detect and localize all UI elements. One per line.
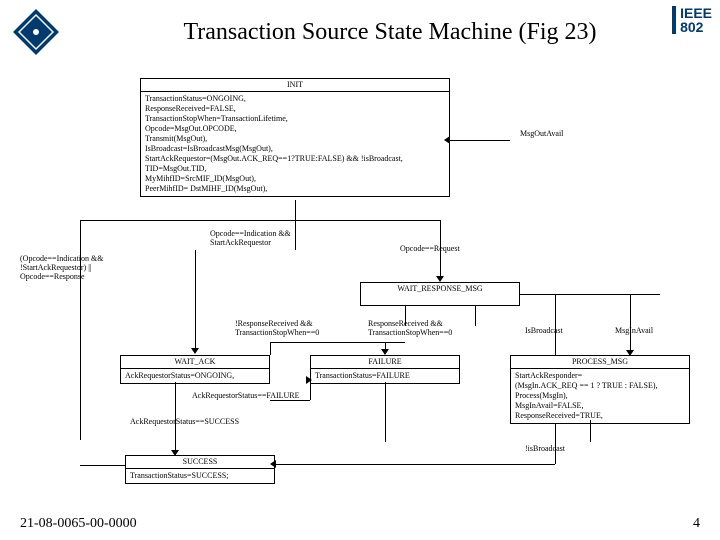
state-init-title: INIT [141, 79, 449, 92]
label-resp-rec: ResponseReceived && TransactionStopWhen=… [368, 320, 478, 338]
state-wait-ack: WAIT_ACK AckRequestorStatus=ONGOING, [120, 355, 270, 384]
label-msg-out-avail: MsgOutAvail [520, 130, 563, 139]
state-process-title: PROCESS_MSG [511, 356, 689, 369]
state-success: SUCCESS TransactionStatus=SUCCESS; [125, 455, 275, 484]
label-opcode-ind-start: Opcode==Indication && StartAckRequestor [210, 230, 330, 248]
footer-page-number: 4 [693, 516, 700, 532]
state-failure-title: FAILURE [311, 356, 459, 369]
state-machine-diagram: INIT TransactionStatus=ONGOING, Response… [10, 60, 710, 510]
state-wait-response: WAIT_RESPONSE_MSG [360, 282, 520, 306]
state-wait-response-title: WAIT_RESPONSE_MSG [361, 283, 519, 295]
ieee-802-badge: IEEE 802 [672, 6, 712, 34]
state-init: INIT TransactionStatus=ONGOING, Response… [140, 78, 450, 197]
state-wait-ack-title: WAIT_ACK [121, 356, 269, 369]
state-failure: FAILURE TransactionStatus=FAILURE [310, 355, 460, 384]
label-msg-in-avail: MsgInAvail [615, 327, 653, 336]
page-title: Transaction Source State Machine (Fig 23… [72, 19, 708, 46]
label-not-resp: !ResponseReceived && TransactionStopWhen… [235, 320, 355, 338]
label-ack-succ: AckRequestorStatus==SUCCESS [130, 418, 239, 427]
label-opcode-request: Opcode==Request [400, 245, 460, 254]
ieee-logo [12, 8, 60, 56]
label-not-broadcast: !isBroadcast [525, 445, 565, 454]
state-success-title: SUCCESS [126, 456, 274, 469]
label-left-cond: (Opcode==Indication && !StartAckRequesto… [20, 255, 130, 281]
state-process-msg: PROCESS_MSG StartAckResponder= (MsgIn.AC… [510, 355, 690, 424]
footer-doc-id: 21-08-0065-00-0000 [20, 516, 137, 532]
label-is-broadcast: IsBroadcast [525, 327, 563, 336]
